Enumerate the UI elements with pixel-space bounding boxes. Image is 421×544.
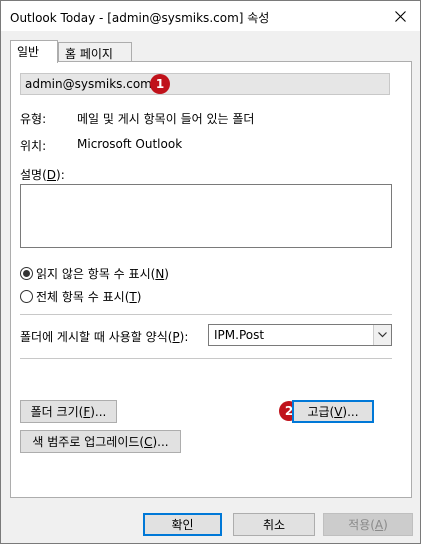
cancel-button[interactable]: 취소 xyxy=(233,513,315,536)
general-tab-panel: admin@sysmiks.com 1 유형: 메일 및 게시 항목이 들어 있… xyxy=(10,61,412,498)
tab-home-page[interactable]: 홈 페이지 xyxy=(58,42,132,62)
ok-button[interactable]: 확인 xyxy=(143,513,222,536)
form-select-value: IPM.Post xyxy=(214,328,265,342)
close-button[interactable] xyxy=(380,1,420,31)
divider xyxy=(20,358,392,359)
location-label: 위치: xyxy=(20,139,47,153)
radio-button-selected xyxy=(20,267,33,280)
form-label: 폴더에 게시할 때 사용할 양식(P): xyxy=(20,330,189,344)
chevron-down-icon[interactable] xyxy=(373,325,391,345)
radio-unread-label: 읽지 않은 항목 수 표시(N) xyxy=(36,267,169,281)
type-value: 메일 및 게시 항목이 들어 있는 폴더 xyxy=(77,112,255,126)
divider xyxy=(20,314,392,315)
description-label: 설명(D): xyxy=(20,168,65,182)
step-badge-1: 1 xyxy=(150,74,170,94)
radio-show-unread[interactable]: 읽지 않은 항목 수 표시(N) xyxy=(20,265,169,282)
close-icon xyxy=(394,10,406,22)
folder-name-field[interactable]: admin@sysmiks.com xyxy=(20,73,390,95)
tab-general[interactable]: 일반 xyxy=(10,40,58,63)
form-select[interactable]: IPM.Post xyxy=(208,324,392,346)
title-bar: Outlook Today - [admin@sysmiks.com] 속성 xyxy=(1,1,420,31)
type-label: 유형: xyxy=(20,112,47,126)
radio-show-total[interactable]: 전체 항목 수 표시(T) xyxy=(20,288,141,305)
radio-total-label: 전체 항목 수 표시(T) xyxy=(36,290,142,304)
upgrade-categories-button[interactable]: 색 범주로 업그레이드(C)... xyxy=(20,430,181,453)
advanced-button[interactable]: 고급(V)... xyxy=(292,400,374,423)
window-title: Outlook Today - [admin@sysmiks.com] 속성 xyxy=(10,11,270,25)
properties-dialog: Outlook Today - [admin@sysmiks.com] 속성 일… xyxy=(0,0,421,544)
radio-button xyxy=(20,290,33,303)
location-value: Microsoft Outlook xyxy=(77,137,183,151)
apply-button[interactable]: 적용(A) xyxy=(323,513,413,536)
folder-size-button[interactable]: 폴더 크기(F)... xyxy=(20,400,117,423)
description-textarea[interactable] xyxy=(20,184,392,248)
